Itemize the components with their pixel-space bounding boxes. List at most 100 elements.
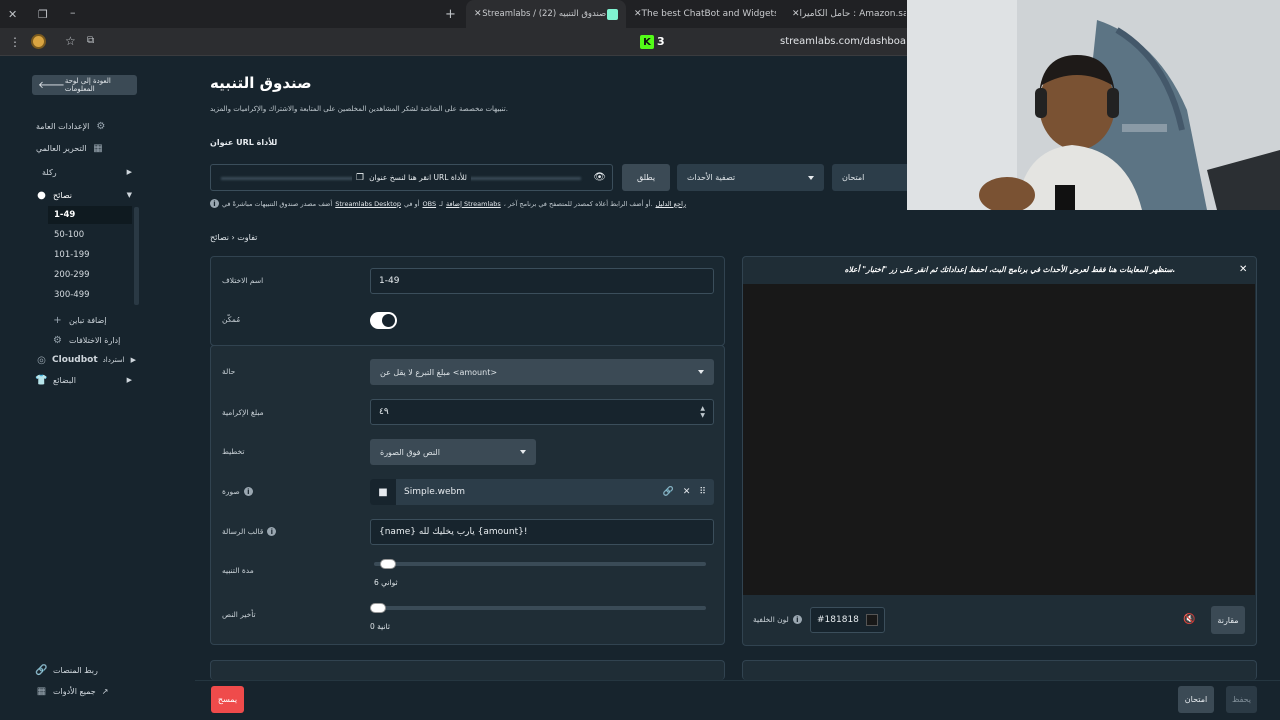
- sidebar-add-variation[interactable]: + إضافة تباين: [52, 312, 132, 328]
- alert-duration-slider[interactable]: [374, 559, 706, 569]
- tab-chatbot[interactable]: ✕ The best ChatBot and Widgets ◆: [628, 0, 776, 28]
- enabled-toggle[interactable]: [370, 312, 397, 329]
- sidebar-item-global-edit[interactable]: ▦ التحرير العالمي: [36, 140, 136, 156]
- extension-badge: 3: [657, 35, 665, 48]
- sidebar-item-tips[interactable]: ● نصائح ▼: [36, 187, 132, 203]
- next-section-panel: [210, 660, 725, 680]
- preview-canvas: [743, 284, 1255, 595]
- launch-button[interactable]: يطلق: [622, 164, 670, 191]
- apps-grid-icon: ▦: [36, 685, 47, 697]
- compare-button[interactable]: مقارنة: [1211, 606, 1245, 634]
- sidebar-tip-range-3[interactable]: 101-199: [48, 246, 132, 264]
- tab-label: حامل الكاميرا : Amazon.sa: [799, 9, 906, 19]
- eye-icon[interactable]: 👁: [593, 172, 606, 183]
- image-file-field[interactable]: ■ Simple.webm 🔗 ✕ ⠿: [370, 479, 714, 505]
- url-text[interactable]: streamlabs.com/dashboard#/a: [780, 36, 906, 47]
- copy-icon: ❐: [356, 172, 365, 183]
- page-subtitle: تنبيهات مخصصة على الشاشة لشكر المشاهدين …: [210, 105, 508, 113]
- tab-streamlabs[interactable]: ✕ Streamlabs / صندوق التنبيه (22): [466, 0, 626, 28]
- close-window-icon[interactable]: ✕: [8, 8, 17, 21]
- text-delay-value: 0 ثانية: [370, 622, 390, 631]
- guide-link[interactable]: راجع الدليل: [656, 200, 687, 208]
- tip-amount-input[interactable]: ٤٩ ▲ ▼: [370, 399, 714, 425]
- tab-close-icon[interactable]: ✕: [634, 9, 642, 19]
- alert-duration-value: 6 ثواني: [374, 578, 398, 587]
- variation-name-label: اسم الاختلاف: [222, 276, 264, 285]
- add-streamlabs-link[interactable]: إضافة Streamlabs: [446, 200, 501, 208]
- info-icon[interactable]: i: [243, 487, 253, 496]
- url-copy-overlay: انقر هنا لنسخ عنوان URL للأداة: [369, 173, 467, 182]
- info-text: لـ: [439, 199, 443, 208]
- gear-icon: ⚙: [96, 120, 106, 132]
- tab-close-icon[interactable]: ✕: [792, 9, 800, 19]
- sidebar-item-general-settings[interactable]: ⚙ الإعدادات العامة: [36, 118, 136, 134]
- tab-label: Streamlabs / صندوق التنبيه (22): [482, 9, 607, 19]
- sidebar-label: إضافة تباين: [69, 315, 107, 325]
- message-template-input[interactable]: {name} يارب يخليك لله {amount}!: [370, 519, 714, 545]
- slider-handle[interactable]: [380, 559, 397, 569]
- minimize-window-icon[interactable]: –: [70, 6, 76, 19]
- tip-amount-label: مبلغ الإكرامية: [222, 408, 264, 417]
- sidebar-item-merch[interactable]: 👕 البضائع ▶: [35, 372, 132, 388]
- sidebar-label: التحرير العالمي: [36, 143, 87, 153]
- sidebar-item-cloudbot[interactable]: ◎ Cloudbot استرداد ▶: [36, 352, 136, 368]
- footer-test-button[interactable]: امتحان: [1178, 686, 1214, 713]
- new-tab-icon[interactable]: +: [445, 7, 456, 22]
- restore-window-icon[interactable]: ❐: [38, 8, 48, 21]
- sidebar-manage-variations[interactable]: ⚙ إدارة الاختلافات: [52, 332, 132, 348]
- condition-label: حالة: [222, 367, 236, 376]
- sidebar-all-tools[interactable]: ▦ جميع الأدوات ↗: [36, 683, 136, 699]
- streamlabs-desktop-link[interactable]: Streamlabs Desktop: [335, 200, 401, 208]
- info-icon[interactable]: i: [267, 527, 277, 536]
- sidebar-tip-range-4[interactable]: 200-299: [48, 266, 132, 284]
- coins-icon: ●: [37, 189, 46, 201]
- slider-handle[interactable]: [370, 603, 386, 613]
- stepper-arrows-icon[interactable]: ▲ ▼: [700, 405, 705, 419]
- shirt-icon: 👕: [35, 374, 48, 386]
- sidebar-tip-range-1[interactable]: 1-49: [48, 206, 132, 224]
- screenshot-icon[interactable]: ⧉: [87, 35, 94, 46]
- image-label-row: صورة i: [222, 487, 253, 496]
- layout-dropdown[interactable]: النص فوق الصورة: [370, 439, 536, 465]
- info-icon[interactable]: i: [792, 615, 802, 624]
- webcam-image: [907, 0, 1280, 210]
- save-button[interactable]: يحفظ: [1226, 686, 1257, 713]
- sidebar-tip-range-2[interactable]: 50-100: [48, 226, 132, 244]
- test-dropdown-button[interactable]: امتحان: [832, 164, 907, 191]
- widget-url-field[interactable]: ❐ انقر هنا لنسخ عنوان URL للأداة 👁: [210, 164, 613, 191]
- info-text: أو في: [403, 199, 420, 208]
- sidebar-link-platforms[interactable]: 🔗 ربط المنصات: [35, 662, 136, 678]
- obs-link[interactable]: OBS: [423, 200, 437, 208]
- variation-name-input[interactable]: 1-49: [370, 268, 714, 294]
- layout-label: تخطيط: [222, 447, 245, 456]
- preview-notice: ستظهر المعاينات هنا فقط لعرض الأحداث في …: [844, 265, 1176, 274]
- grid-icon: ▦: [93, 142, 103, 154]
- menu-dots-icon[interactable]: ⋮: [9, 35, 21, 49]
- info-icon: i: [210, 199, 219, 208]
- text-delay-slider[interactable]: [370, 603, 706, 613]
- tab-amazon[interactable]: ✕ حامل الكاميرا : Amazon.sa: [786, 0, 906, 28]
- bookmark-star-icon[interactable]: ☆: [65, 34, 76, 48]
- mute-icon[interactable]: 🔇: [1183, 614, 1195, 625]
- plus-icon: +: [53, 314, 62, 326]
- back-to-dashboard-button[interactable]: 🡐 العودة إلى لوحة المعلومات: [32, 75, 137, 95]
- sidebar-scrollbar[interactable]: [134, 207, 139, 305]
- delete-button[interactable]: يمسح: [211, 686, 244, 713]
- sidebar-tip-range-5[interactable]: 300-499: [48, 286, 132, 304]
- close-icon[interactable]: ✕: [683, 487, 691, 497]
- tip-amount-value: ٤٩: [379, 407, 389, 417]
- drag-grid-icon[interactable]: ⠿: [699, 487, 706, 497]
- kick-extension-icon[interactable]: K: [640, 35, 654, 49]
- bg-color-input[interactable]: #181818: [810, 607, 885, 633]
- chevron-down-icon: [698, 370, 704, 374]
- tab-close-icon[interactable]: ✕: [474, 9, 482, 19]
- color-swatch[interactable]: [866, 614, 878, 626]
- profile-avatar[interactable]: [31, 34, 46, 49]
- event-filter-dropdown[interactable]: تصفية الأحداث: [677, 164, 824, 191]
- condition-dropdown[interactable]: مبلغ التبرع لا يقل عن <amount>: [370, 359, 714, 385]
- message-template-label-row: قالب الرسالة i: [222, 527, 277, 536]
- sidebar-item-kick[interactable]: ركلة ▶: [36, 164, 132, 180]
- link-icon[interactable]: 🔗: [663, 487, 674, 497]
- close-icon[interactable]: ✕: [1239, 264, 1247, 275]
- video-camera-icon: ■: [370, 479, 396, 505]
